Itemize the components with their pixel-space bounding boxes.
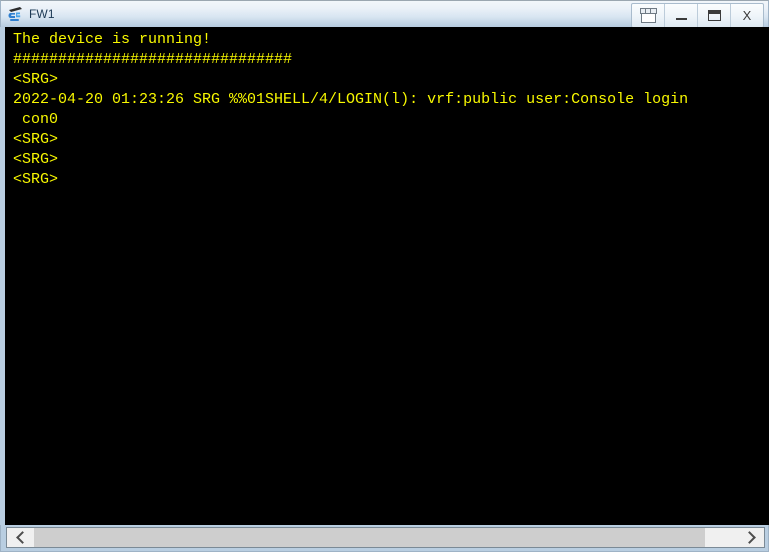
chevron-left-icon (15, 531, 29, 544)
scrollbar-area (0, 525, 769, 552)
scrollbar-track[interactable] (34, 528, 737, 547)
minimize-button[interactable] (665, 4, 698, 27)
title-bar: FW1 X (0, 0, 769, 28)
terminal-frame: The device is running! #################… (0, 27, 769, 525)
window-title: FW1 (29, 7, 55, 21)
maximize-icon (707, 10, 721, 21)
scrollbar-thumb[interactable] (34, 528, 705, 547)
minimize-icon (675, 18, 687, 20)
window-controls: X (631, 3, 764, 28)
scroll-right-button[interactable] (737, 528, 764, 547)
close-button[interactable]: X (731, 4, 763, 27)
title-bar-left: FW1 (1, 1, 55, 27)
scroll-left-button[interactable] (7, 528, 34, 547)
horizontal-scrollbar[interactable] (6, 527, 765, 548)
terminal-console[interactable]: The device is running! #################… (10, 27, 769, 525)
restore-windows-icon (639, 8, 657, 23)
chevron-right-icon (742, 531, 756, 544)
terminal-output: The device is running! #################… (13, 31, 689, 188)
close-icon: X (742, 8, 752, 23)
maximize-button[interactable] (698, 4, 731, 27)
router-icon (7, 5, 25, 23)
terminal-window: FW1 X The device is running! ###########… (0, 0, 769, 552)
restore-group-button[interactable] (632, 4, 665, 27)
